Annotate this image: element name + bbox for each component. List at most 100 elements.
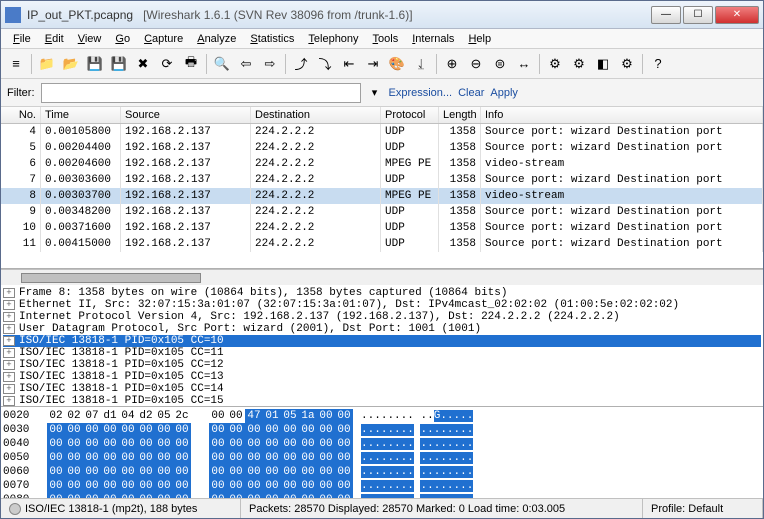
filter-input[interactable] bbox=[41, 83, 361, 103]
packet-row[interactable]: 110.00415000192.168.2.137224.2.2.2UDP135… bbox=[1, 236, 763, 252]
detail-tree-item[interactable]: +ISO/IEC 13818-1 PID=0x105 CC=15 bbox=[3, 395, 761, 407]
menu-go[interactable]: Go bbox=[109, 31, 136, 47]
col-header-protocol[interactable]: Protocol bbox=[381, 107, 439, 123]
expert-led-icon[interactable] bbox=[9, 503, 21, 515]
help-icon[interactable]: ? bbox=[647, 53, 669, 75]
list-icon[interactable]: ≡ bbox=[5, 53, 27, 75]
hex-row[interactable]: 007000000000000000000000000000000000....… bbox=[3, 479, 761, 493]
expand-icon[interactable]: + bbox=[3, 348, 15, 358]
zoomout-icon[interactable]: ⊖ bbox=[465, 53, 487, 75]
titlebar[interactable]: IP_out_PKT.pcapng [Wireshark 1.6.1 (SVN … bbox=[1, 1, 763, 29]
hex-row[interactable]: 006000000000000000000000000000000000....… bbox=[3, 465, 761, 479]
hex-bytes[interactable]: 00000000000000000000000000000000 bbox=[47, 465, 353, 479]
folder-icon[interactable]: 📁 bbox=[36, 53, 58, 75]
expression-link[interactable]: Expression... bbox=[389, 87, 453, 99]
expand-icon[interactable]: + bbox=[3, 336, 15, 346]
menu-help[interactable]: Help bbox=[462, 31, 497, 47]
packet-row[interactable]: 70.00303600192.168.2.137224.2.2.2UDP1358… bbox=[1, 172, 763, 188]
detail-tree-item[interactable]: +Frame 8: 1358 bytes on wire (10864 bits… bbox=[3, 287, 761, 299]
find-icon[interactable]: 🔍 bbox=[211, 53, 233, 75]
col-header-info[interactable]: Info bbox=[481, 107, 763, 123]
col-header-source[interactable]: Source bbox=[121, 107, 251, 123]
zoomin-icon[interactable]: ⊕ bbox=[441, 53, 463, 75]
clear-link[interactable]: Clear bbox=[458, 87, 484, 99]
apply-link[interactable]: Apply bbox=[490, 87, 518, 99]
forward-icon[interactable]: ⇨ bbox=[259, 53, 281, 75]
detail-tree-item[interactable]: +ISO/IEC 13818-1 PID=0x105 CC=12 bbox=[3, 359, 761, 371]
menu-analyze[interactable]: Analyze bbox=[191, 31, 242, 47]
col-header-no[interactable]: No. bbox=[1, 107, 41, 123]
saveas-icon[interactable]: 💾 bbox=[108, 53, 130, 75]
hex-bytes[interactable]: 00000000000000000000000000000000 bbox=[47, 423, 353, 437]
hex-bytes[interactable]: 00000000000000000000000000000000 bbox=[47, 479, 353, 493]
expand-icon[interactable]: + bbox=[3, 396, 15, 406]
detail-tree-item[interactable]: +Ethernet II, Src: 32:07:15:3a:01:07 (32… bbox=[3, 299, 761, 311]
status-profile[interactable]: Profile: Default bbox=[651, 503, 723, 515]
last-icon[interactable]: ⇥ bbox=[362, 53, 384, 75]
expand-icon[interactable]: + bbox=[3, 324, 15, 334]
packet-list-header[interactable]: No. Time Source Destination Protocol Len… bbox=[1, 107, 763, 124]
filter-dropdown-icon[interactable]: ▾ bbox=[367, 86, 383, 99]
packet-row[interactable]: 60.00204600192.168.2.137224.2.2.2MPEG PE… bbox=[1, 156, 763, 172]
menu-internals[interactable]: Internals bbox=[406, 31, 460, 47]
menu-file[interactable]: File bbox=[7, 31, 37, 47]
hex-row[interactable]: 0020020207d104d2052c00004701051a0000....… bbox=[3, 409, 761, 423]
packet-list-pane[interactable]: No. Time Source Destination Protocol Len… bbox=[1, 107, 763, 269]
detail-tree-item[interactable]: +ISO/IEC 13818-1 PID=0x105 CC=10 bbox=[3, 335, 761, 347]
dispfilter-icon[interactable]: ⚙ bbox=[568, 53, 590, 75]
detail-tree-item[interactable]: +ISO/IEC 13818-1 PID=0x105 CC=13 bbox=[3, 371, 761, 383]
close-icon2[interactable]: ✖ bbox=[132, 53, 154, 75]
coloring-icon[interactable]: ◧ bbox=[592, 53, 614, 75]
menu-telephony[interactable]: Telephony bbox=[302, 31, 364, 47]
close-button[interactable]: ✕ bbox=[715, 6, 759, 24]
menu-view[interactable]: View bbox=[72, 31, 108, 47]
back-icon[interactable]: ⇦ bbox=[235, 53, 257, 75]
packet-row[interactable]: 100.00371600192.168.2.137224.2.2.2UDP135… bbox=[1, 220, 763, 236]
goto-icon[interactable]: ⤵ bbox=[314, 53, 336, 75]
expand-icon[interactable]: + bbox=[3, 312, 15, 322]
detail-tree-item[interactable]: +ISO/IEC 13818-1 PID=0x105 CC=14 bbox=[3, 383, 761, 395]
packet-row[interactable]: 40.00105800192.168.2.137224.2.2.2UDP1358… bbox=[1, 124, 763, 140]
packet-row[interactable]: 90.00348200192.168.2.137224.2.2.2UDP1358… bbox=[1, 204, 763, 220]
detail-tree-item[interactable]: +ISO/IEC 13818-1 PID=0x105 CC=11 bbox=[3, 347, 761, 359]
open-icon[interactable]: 📂 bbox=[60, 53, 82, 75]
col-header-time[interactable]: Time bbox=[41, 107, 121, 123]
packet-list-hscrollbar[interactable] bbox=[1, 269, 763, 285]
menu-capture[interactable]: Capture bbox=[138, 31, 189, 47]
autoscroll-icon[interactable]: ⥙ bbox=[410, 53, 432, 75]
col-header-destination[interactable]: Destination bbox=[251, 107, 381, 123]
hex-bytes[interactable]: 020207d104d2052c00004701051a0000 bbox=[47, 409, 353, 423]
hex-bytes[interactable]: 00000000000000000000000000000000 bbox=[47, 451, 353, 465]
hex-row[interactable]: 005000000000000000000000000000000000....… bbox=[3, 451, 761, 465]
menu-statistics[interactable]: Statistics bbox=[244, 31, 300, 47]
print-icon[interactable]: 🖶 bbox=[180, 53, 202, 75]
hex-row[interactable]: 003000000000000000000000000000000000....… bbox=[3, 423, 761, 437]
expand-icon[interactable]: + bbox=[3, 360, 15, 370]
zoom11-icon[interactable]: ⊜ bbox=[489, 53, 511, 75]
packet-bytes-pane[interactable]: 0020020207d104d2052c00004701051a0000....… bbox=[1, 407, 763, 498]
jump-icon[interactable]: ⤴ bbox=[290, 53, 312, 75]
capfilter-icon[interactable]: ⚙ bbox=[544, 53, 566, 75]
packet-details-pane[interactable]: +Frame 8: 1358 bytes on wire (10864 bits… bbox=[1, 285, 763, 407]
minimize-button[interactable]: — bbox=[651, 6, 681, 24]
packet-row[interactable]: 80.00303700192.168.2.137224.2.2.2MPEG PE… bbox=[1, 188, 763, 204]
hex-row[interactable]: 004000000000000000000000000000000000....… bbox=[3, 437, 761, 451]
col-header-length[interactable]: Length bbox=[439, 107, 481, 123]
expand-icon[interactable]: + bbox=[3, 384, 15, 394]
resize-icon[interactable]: ↔ bbox=[513, 53, 535, 75]
expand-icon[interactable]: + bbox=[3, 372, 15, 382]
packet-row[interactable]: 50.00204400192.168.2.137224.2.2.2UDP1358… bbox=[1, 140, 763, 156]
prefs-icon[interactable]: ⚙ bbox=[616, 53, 638, 75]
menu-tools[interactable]: Tools bbox=[367, 31, 405, 47]
reload-icon[interactable]: ⟳ bbox=[156, 53, 178, 75]
save-icon[interactable]: 💾 bbox=[84, 53, 106, 75]
detail-tree-item[interactable]: +User Datagram Protocol, Src Port: wizar… bbox=[3, 323, 761, 335]
menu-edit[interactable]: Edit bbox=[39, 31, 70, 47]
colorize-icon[interactable]: 🎨 bbox=[386, 53, 408, 75]
detail-tree-item[interactable]: +Internet Protocol Version 4, Src: 192.1… bbox=[3, 311, 761, 323]
expand-icon[interactable]: + bbox=[3, 300, 15, 310]
expand-icon[interactable]: + bbox=[3, 288, 15, 298]
first-icon[interactable]: ⇤ bbox=[338, 53, 360, 75]
hex-bytes[interactable]: 00000000000000000000000000000000 bbox=[47, 437, 353, 451]
maximize-button[interactable]: ☐ bbox=[683, 6, 713, 24]
